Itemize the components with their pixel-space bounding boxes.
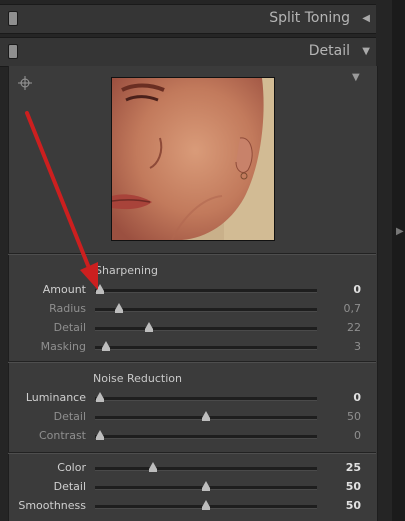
annotation-arrow	[25, 111, 98, 290]
